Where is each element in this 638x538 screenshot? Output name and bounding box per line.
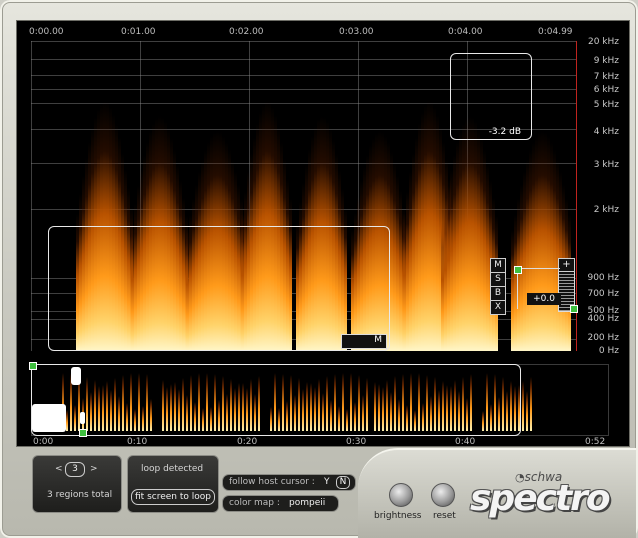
color-map-label: color map :: [229, 498, 280, 508]
loop-panel: loop detected fit screen to loop: [127, 455, 219, 513]
overview-region-block[interactable]: [32, 404, 66, 432]
color-map-control: color map : pompeii: [222, 495, 339, 512]
spectrogram-screen: 0:00.00 0:01.00 0:02.00 0:03.00 0:04.00 …: [16, 20, 630, 447]
follow-no-button[interactable]: N: [336, 476, 350, 489]
both-button[interactable]: B: [490, 286, 506, 301]
time-tick: 0:04.99: [538, 27, 573, 37]
brightness-knob[interactable]: [389, 483, 413, 507]
overview-bar: [530, 377, 532, 431]
marker-tag[interactable]: M: [341, 334, 387, 349]
freq-tick: 700 Hz: [587, 289, 619, 299]
time-tick: 0:03.00: [339, 27, 374, 37]
overview-tick: 0:10: [127, 437, 148, 447]
prev-region-button[interactable]: <: [55, 464, 63, 474]
regions-total: 3 regions total: [47, 490, 113, 500]
freq-tick: 2 kHz: [593, 205, 619, 215]
region-count[interactable]: 3: [65, 462, 85, 477]
time-tick: 0:02.00: [229, 27, 264, 37]
color-map-value[interactable]: pompeii: [289, 498, 325, 508]
overview-loop-marker[interactable]: [71, 367, 81, 385]
db-readout: -3.2 dB: [488, 127, 521, 137]
gain-plus-button[interactable]: +: [558, 258, 575, 272]
side-button[interactable]: S: [490, 272, 506, 287]
cross-button[interactable]: X: [490, 300, 506, 315]
freq-tick: 4 kHz: [593, 127, 619, 137]
follow-cursor-control: follow host cursor : Y N: [222, 474, 356, 491]
time-tick: 0:00.00: [29, 27, 64, 37]
freq-tick: 0 Hz: [598, 346, 619, 356]
time-tick: 0:04.00: [448, 27, 483, 37]
overview-handle-top[interactable]: [29, 362, 37, 370]
next-region-button[interactable]: >: [90, 464, 98, 474]
grid-line: [31, 41, 32, 351]
freq-tick: 3 kHz: [593, 160, 619, 170]
freq-tick: 9 kHz: [593, 56, 619, 66]
overview-visible-window[interactable]: [31, 364, 521, 436]
mid-button[interactable]: M: [490, 258, 506, 273]
plugin-frame: 0:00.00 0:01.00 0:02.00 0:03.00 0:04.00 …: [0, 0, 638, 538]
freq-tick: 20 kHz: [587, 37, 619, 47]
gain-handle-right[interactable]: [570, 305, 578, 313]
overview-tick: 0:20: [237, 437, 258, 447]
selection-region[interactable]: [48, 226, 390, 351]
reset-knob[interactable]: [431, 483, 455, 507]
freq-tick: 7 kHz: [593, 72, 619, 82]
freq-tick: 900 Hz: [587, 273, 619, 283]
freq-tick: 6 kHz: [593, 85, 619, 95]
freq-tick: 400 Hz: [587, 314, 619, 324]
freq-tick: 200 Hz: [587, 333, 619, 343]
level-box[interactable]: -3.2 dB: [450, 53, 532, 140]
follow-label: follow host cursor :: [229, 477, 315, 487]
time-tick: 0:01.00: [121, 27, 156, 37]
overview-region-mark[interactable]: [80, 412, 85, 424]
gain-readout: +0.0: [527, 293, 561, 305]
fit-screen-to-loop-button[interactable]: fit screen to loop: [131, 489, 215, 505]
brightness-label: brightness: [374, 511, 422, 521]
reset-label: reset: [433, 511, 456, 521]
grid-line: [31, 41, 576, 42]
overview-tick: 0:00: [33, 437, 54, 447]
freq-tick: 5 kHz: [593, 100, 619, 110]
marker-label: M: [374, 335, 382, 345]
gain-handle-left[interactable]: [514, 266, 522, 274]
overview-tick: 0:40: [455, 437, 476, 447]
overview-bar: [526, 390, 528, 431]
overview-tick: 0:52: [585, 437, 606, 447]
follow-yes-button[interactable]: Y: [324, 477, 330, 487]
overview-tick: 0:30: [346, 437, 367, 447]
regions-panel: < 3 > 3 regions total: [32, 455, 122, 513]
overview-handle-bottom[interactable]: [79, 429, 87, 437]
brand-product: spectro: [470, 478, 611, 519]
loop-status: loop detected: [141, 464, 204, 474]
overview-bar: [522, 380, 524, 431]
